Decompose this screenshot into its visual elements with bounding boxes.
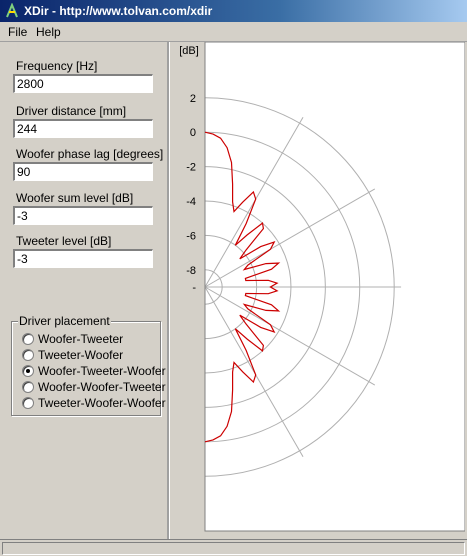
status-bar [0, 539, 467, 556]
placement-option-label: Tweeter-Woofer-Woofer [38, 396, 166, 410]
menu-file[interactable]: File [8, 25, 27, 39]
axis-tick-label: - [192, 282, 196, 294]
axis-tick-label: -6 [186, 230, 196, 242]
placement-option-label: Woofer-Tweeter-Woofer [38, 364, 166, 378]
title-bar: XDir - http://www.tolvan.com/xdir [0, 0, 467, 22]
woofer-sum-level-input[interactable] [13, 206, 153, 225]
placement-option-label: Woofer-Tweeter [38, 332, 124, 346]
axis-unit-label: [dB] [179, 45, 199, 57]
radio-button[interactable] [22, 349, 34, 361]
axis-tick-label: -2 [186, 162, 196, 174]
menu-bar: File Help [0, 22, 467, 42]
woofer-phase-lag-label: Woofer phase lag [degrees] [16, 147, 164, 161]
polar-chart-area: [dB] 2 0 -2 -4 -6 -8 - [169, 41, 466, 539]
tweeter-level-label: Tweeter level [dB] [16, 234, 112, 248]
frequency-label: Frequency [Hz] [16, 59, 98, 73]
driver-placement-group: Driver placement Woofer-Tweeter Tweeter-W… [11, 314, 166, 416]
driver-distance-label: Driver distance [mm] [16, 104, 127, 118]
tweeter-level-input[interactable] [13, 249, 153, 268]
placement-option-label: Tweeter-Woofer [38, 348, 124, 362]
axis-tick-label: 2 [190, 93, 196, 105]
polar-chart: [dB] 2 0 -2 -4 -6 -8 - [179, 41, 466, 532]
settings-panel: Frequency [Hz] Driver distance [mm] Woof… [2, 42, 166, 538]
placement-option-label: Woofer-Woofer-Tweeter [38, 380, 166, 394]
radio-button[interactable] [22, 365, 34, 377]
frequency-input[interactable] [13, 74, 153, 93]
axis-tick-label: -4 [186, 196, 196, 208]
menu-help[interactable]: Help [36, 25, 61, 39]
status-panel [2, 542, 465, 555]
driver-distance-input[interactable] [13, 119, 153, 138]
axis-tick-label: -8 [186, 265, 196, 277]
driver-placement-title: Driver placement [18, 314, 111, 328]
app-icon [6, 3, 18, 18]
radio-button[interactable] [22, 333, 34, 345]
radio-button[interactable] [22, 381, 34, 393]
radio-selected-dot [26, 369, 30, 373]
axis-tick-label: 0 [190, 127, 196, 139]
radio-button[interactable] [22, 397, 34, 409]
woofer-sum-level-label: Woofer sum level [dB] [16, 191, 134, 205]
window-title: XDir - http://www.tolvan.com/xdir [24, 4, 213, 18]
woofer-phase-lag-input[interactable] [13, 162, 153, 181]
